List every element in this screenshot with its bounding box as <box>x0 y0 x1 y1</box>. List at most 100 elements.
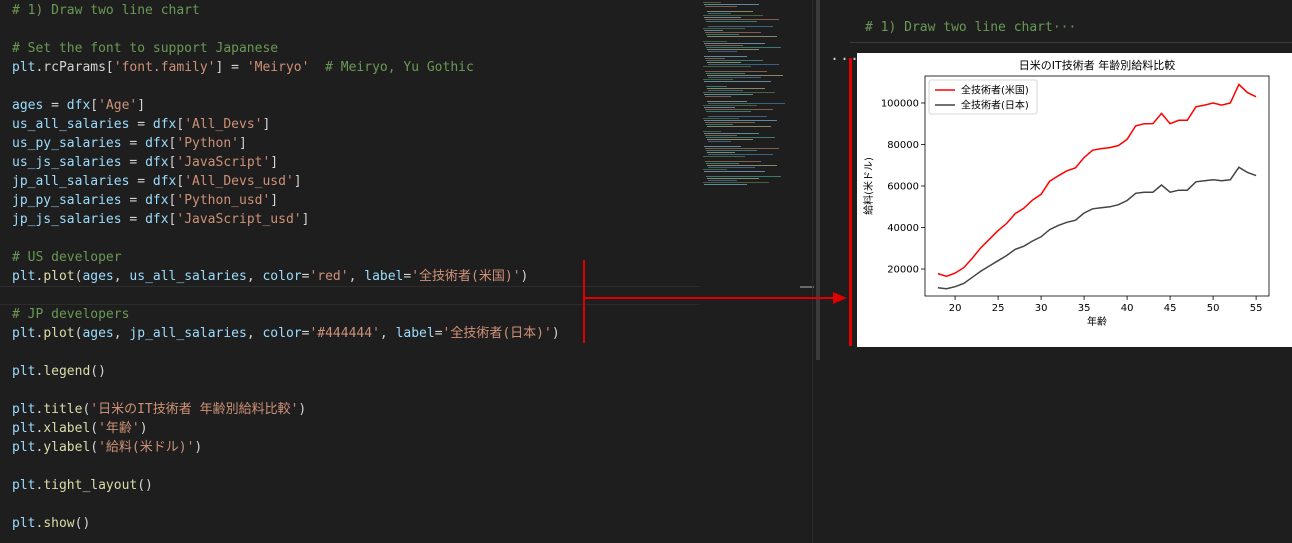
code-token: .rcParams[ <box>35 60 114 75</box>
minimap-line <box>706 21 757 22</box>
minimap-line <box>707 101 747 102</box>
x-tick-label: 35 <box>1078 303 1091 314</box>
code-token: [ <box>90 98 99 113</box>
minimap-line <box>705 32 761 33</box>
code-token: '全技術者(米国)' <box>411 269 521 284</box>
code-token: # Set the font to support Japanese <box>12 41 279 56</box>
minimap-line <box>703 105 757 106</box>
code-line[interactable]: plt.legend() <box>12 362 106 381</box>
code-line[interactable]: plt.plot(ages, us_all_salaries, color='r… <box>12 267 528 286</box>
code-editor[interactable]: # 1) Draw two line chart # Set the font t… <box>0 0 700 543</box>
code-token: '日米のIT技術者 年齢別給料比較' <box>90 402 299 417</box>
code-line[interactable]: plt.show() <box>12 514 90 533</box>
code-line[interactable]: us_all_salaries = dfx['All_Devs'] <box>12 115 270 134</box>
y-axis-label: 給料(米ドル) <box>862 157 875 215</box>
code-token: title <box>43 402 83 417</box>
code-token: = <box>121 136 146 151</box>
code-token: ] <box>137 98 146 113</box>
code-token: plot <box>43 326 75 341</box>
code-line[interactable]: # JP developers <box>12 305 129 324</box>
minimap-line <box>705 6 737 7</box>
minimap-line <box>705 161 761 162</box>
minimap[interactable] <box>703 0 799 190</box>
minimap-line <box>708 141 731 142</box>
code-token: ages <box>82 269 114 284</box>
minimap-line <box>707 126 771 127</box>
code-token: label <box>364 269 404 284</box>
code-token: ] <box>270 155 279 170</box>
code-token: ( <box>90 421 99 436</box>
minimap-line <box>708 64 779 65</box>
minimap-line <box>708 51 737 52</box>
minimap-line <box>706 124 733 125</box>
code-line[interactable]: jp_py_salaries = dfx['Python_usd'] <box>12 191 278 210</box>
code-token: # Meiryo, Yu Gothic <box>309 60 474 75</box>
minimap-line <box>704 171 765 172</box>
code-line[interactable]: # Set the font to support Japanese <box>12 39 278 58</box>
code-line[interactable]: plt.tight_layout() <box>12 476 153 495</box>
line-chart: 日米のIT技術者 年齢別給料比較 20 25 30 35 40 45 50 55 20000 400… <box>862 58 1270 328</box>
x-tick-label: 30 <box>1035 303 1048 314</box>
minimap-line <box>704 146 741 147</box>
code-line[interactable]: plt.rcParams['font.family'] = 'Meiryo' #… <box>12 58 474 77</box>
code-line[interactable]: # 1) Draw two line chart <box>12 1 200 20</box>
y-tick-label: 40000 <box>887 223 919 234</box>
minimap-line <box>704 4 759 5</box>
y-tick-label: 60000 <box>887 182 919 193</box>
minimap-line <box>708 26 773 27</box>
code-token: = <box>121 193 146 208</box>
cell-header[interactable]: # 1) Draw two line chart··· <box>865 20 1076 35</box>
chart-title: 日米のIT技術者 年齢別給料比較 <box>1019 58 1175 72</box>
code-line[interactable]: plt.plot(ages, jp_all_salaries, color='#… <box>12 324 560 343</box>
code-line[interactable]: us_js_salaries = dfx['JavaScript'] <box>12 153 278 172</box>
code-line[interactable]: us_py_salaries = dfx['Python'] <box>12 134 247 153</box>
minimap-line <box>703 41 727 42</box>
more-actions-icon[interactable]: ··· <box>830 50 860 68</box>
minimap-line <box>708 154 773 155</box>
minimap-line <box>704 120 777 121</box>
minimap-line <box>706 47 781 48</box>
code-token: # 1) Draw two line chart <box>12 3 200 18</box>
code-line[interactable]: # US developer <box>12 248 122 267</box>
code-token: ) <box>194 440 203 455</box>
minimap-line <box>708 103 785 104</box>
code-line[interactable]: plt.xlabel('年齢') <box>12 419 148 438</box>
code-token: ] <box>293 174 302 189</box>
code-token: ) <box>298 402 307 417</box>
code-token: '全技術者(日本)' <box>442 326 552 341</box>
minimap-line <box>706 73 745 74</box>
minimap-line <box>706 111 751 112</box>
code-line[interactable]: jp_all_salaries = dfx['All_Devs_usd'] <box>12 172 302 191</box>
code-token: () <box>74 516 91 531</box>
minimap-line <box>706 34 739 35</box>
minimap-line <box>706 60 763 61</box>
minimap-line <box>708 116 767 117</box>
code-token: ages <box>82 326 114 341</box>
code-token: '年齢' <box>98 421 140 436</box>
code-token: () <box>137 478 153 493</box>
code-token: ] <box>239 136 247 151</box>
code-line[interactable]: plt.ylabel('給料(米ドル)') <box>12 438 202 457</box>
code-token: plt <box>12 440 36 455</box>
code-line[interactable]: jp_js_salaries = dfx['JavaScript_usd'] <box>12 210 309 229</box>
minimap-line <box>704 30 723 31</box>
minimap-line <box>703 169 727 170</box>
minimap-line <box>704 43 765 44</box>
code-token: xlabel <box>43 421 91 436</box>
code-token: plt <box>12 364 36 379</box>
legend-label-0: 全技術者(米国) <box>961 84 1029 97</box>
code-token: , <box>246 269 263 284</box>
minimap-line <box>703 66 751 67</box>
code-token: plt <box>12 60 36 75</box>
code-token: , <box>379 326 396 341</box>
code-token: color <box>262 269 302 284</box>
code-token: = <box>43 98 67 113</box>
code-token: ) <box>551 326 560 341</box>
code-line[interactable]: plt.title('日米のIT技術者 年齢別給料比較') <box>12 400 306 419</box>
pane-border <box>812 0 813 543</box>
minimap-line <box>704 56 747 57</box>
code-line-current[interactable] <box>0 286 700 305</box>
code-line[interactable]: ages = dfx['Age'] <box>12 96 145 115</box>
minimap-line <box>707 11 753 12</box>
minimap-line <box>703 156 745 157</box>
